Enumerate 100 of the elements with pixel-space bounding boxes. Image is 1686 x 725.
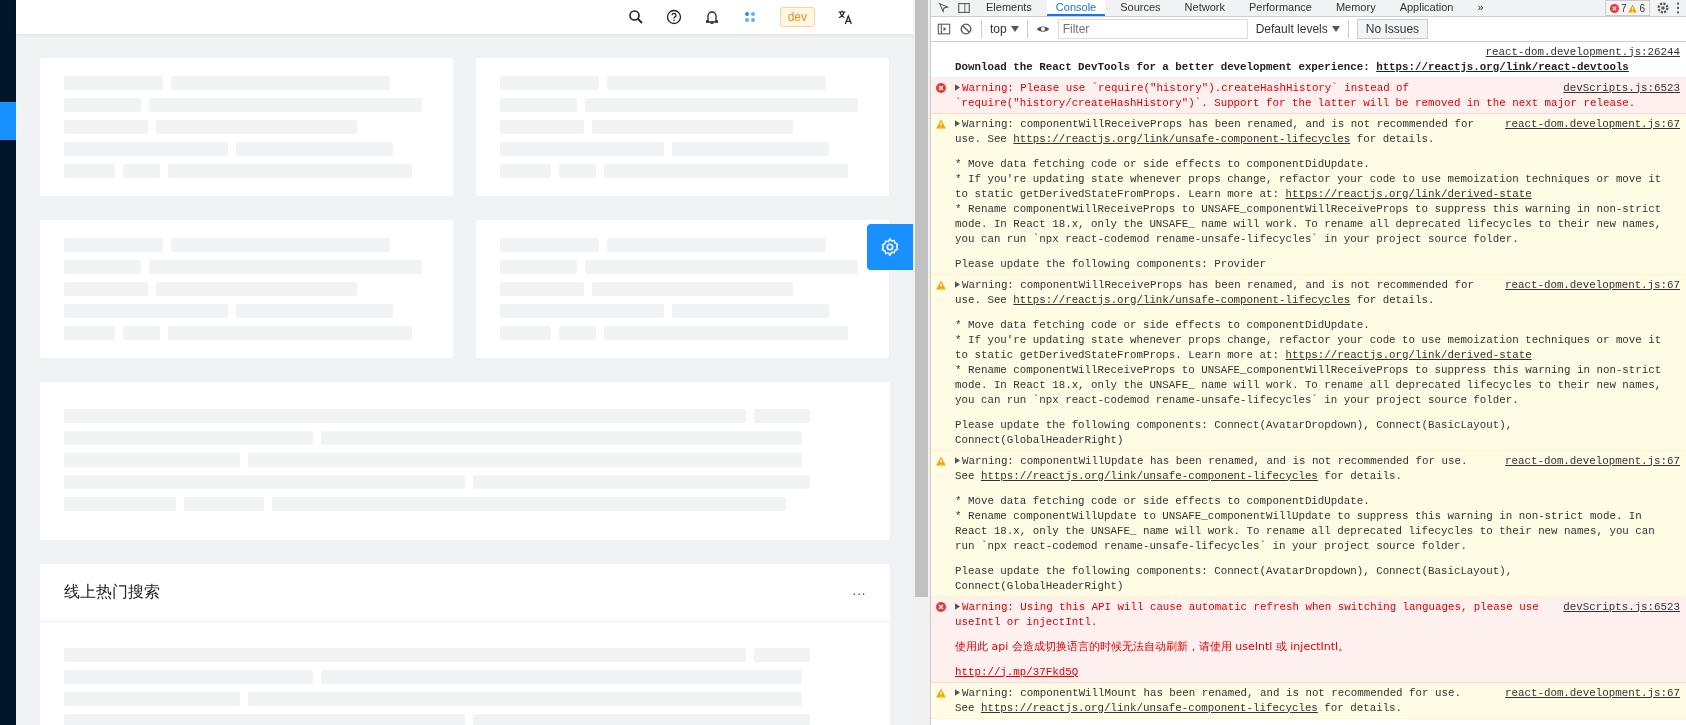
message-text: Please update the following components: Connect(AvatarDropdown), Connect(BasicLayout),	[955, 564, 1513, 577]
source-link[interactable]: devScripts.js:6523	[1563, 81, 1680, 94]
message-link[interactable]: https://reactjs.org/link/unsafe-component-lifecycles	[1013, 132, 1351, 145]
message-text: mode. In React 18.x, only the UNSAFE_ name will work. To rename all deprecated lifecycles to their new names,	[955, 378, 1662, 391]
scrollbar[interactable]	[913, 0, 930, 725]
menu-icon[interactable]	[1676, 1, 1680, 15]
message-text: * Move data fetching code or side effects to componentDidUpdate.	[955, 318, 1370, 331]
scrollbar-thumb[interactable]	[915, 0, 928, 597]
message-text: Please update the following components: Connect(AvatarDropdown), Connect(BasicLayout),	[955, 418, 1513, 431]
message-text: * If you're updating state whenever props change, refactor your code to use memoization techniques or move it	[955, 333, 1662, 346]
message-link[interactable]: https://reactjs.org/link/unsafe-component-lifecycles	[980, 701, 1318, 714]
message-text: Warning: componentWillMount has been renamed, and is not recommended for use.	[962, 686, 1461, 699]
expand-triangle-icon[interactable]	[955, 120, 960, 127]
error-icon	[936, 82, 946, 93]
message-text: to static getDerivedStateFromProps. Learn more at:	[955, 348, 1280, 361]
devtools-tab[interactable]: Performance	[1239, 0, 1321, 16]
message-link[interactable]: https://reactjs.org/link/unsafe-component-lifecycles	[1013, 293, 1351, 306]
message-text: Warning: componentWillReceiveProps has been renamed, and is not recommended for	[962, 117, 1474, 130]
message-link[interactable]: https://reactjs.org/link/unsafe-component-lifecycles	[980, 469, 1318, 482]
settings-icon[interactable]	[1656, 1, 1670, 15]
source-link[interactable]: react-dom.development.js:67	[1505, 278, 1680, 291]
message-link[interactable]: http://j.mp/37Fkd5Q	[955, 665, 1079, 678]
message-text: Warning: Using this API will cause automatic refresh when switching languages, please use	[962, 600, 1539, 613]
message-text: Warning: componentWillUpdate has been renamed, and is not recommended for use.	[962, 454, 1468, 467]
caret-icon	[1010, 26, 1019, 32]
settings-button[interactable]	[867, 224, 913, 270]
message-text: for details.	[1355, 132, 1435, 145]
card-title: 线上热门搜索	[64, 582, 160, 602]
source-link[interactable]: react-dom.development.js:67	[1505, 117, 1680, 130]
devtools-tab[interactable]: Console	[1046, 0, 1106, 16]
message-text: See	[955, 701, 976, 714]
source-link[interactable]: devScripts.js:6523	[1563, 600, 1680, 613]
sidebar-toggle-icon[interactable]	[937, 22, 951, 36]
source-link[interactable]: react-dom.development.js:67	[1505, 686, 1680, 699]
expand-triangle-icon[interactable]	[955, 84, 960, 91]
source-link[interactable]: react-dom.development.js:67	[1505, 454, 1680, 467]
warning-icon	[936, 279, 946, 290]
levels-dropdown[interactable]: Default levels	[1255, 22, 1340, 36]
context-dropdown[interactable]: top	[990, 22, 1019, 36]
message-text: Connect(GlobalHeaderRight)	[955, 579, 1124, 592]
caret-icon	[1331, 26, 1340, 32]
message-text: Warning: Please use `require("history").createHashHistory` instead of	[962, 81, 1410, 94]
message-text: Connect(GlobalHeaderRight)	[955, 433, 1124, 446]
message-text: 使用此 api 会造成切换语言的时候无法自动刷新，请使用 useIntl 或 injectIntl。	[955, 639, 1350, 654]
devtools-tab[interactable]: Sources	[1111, 0, 1170, 16]
search-icon[interactable]	[627, 9, 644, 25]
settings-icon	[880, 237, 900, 257]
source-link[interactable]: react-dom.development.js:26244	[1485, 45, 1680, 58]
message-text: * Rename componentWillReceiveProps to UNSAFE_componentWillReceiveProps to suppress this warning in non-strict	[955, 363, 1662, 376]
message-text: for details.	[1323, 469, 1403, 482]
message-text: * Move data fetching code or side effects to componentDidUpdate.	[955, 494, 1370, 507]
expand-triangle-icon[interactable]	[955, 457, 960, 464]
warning-icon	[936, 687, 946, 698]
warning-icon	[1628, 3, 1638, 13]
env-tag: dev	[779, 7, 815, 27]
clear-icon[interactable]	[959, 22, 973, 36]
message-text: `require("history/createHashHistory")`. Support for the latter will be removed in the next major release.	[955, 96, 1636, 109]
devtools-tab[interactable]: Network	[1175, 0, 1234, 16]
message-link[interactable]: https://reactjs.org/link/derived-state	[1285, 348, 1532, 361]
bell-icon[interactable]	[703, 9, 720, 25]
message-text: * Move data fetching code or side effects to componentDidUpdate.	[955, 157, 1370, 170]
message-text: React 18.x, only the UNSAFE_ name will work. To rename all deprecated lifecycles to their new names, you can	[955, 524, 1655, 537]
warning-icon	[936, 455, 946, 466]
cursor-icon[interactable]	[937, 1, 951, 15]
message-text: * Rename componentWillUpdate to UNSAFE_componentWillUpdate to suppress this warning in non-strict mode. In	[955, 509, 1642, 522]
expand-triangle-icon[interactable]	[955, 689, 960, 696]
message-text: Download the React DevTools for a better development experience:	[955, 60, 1371, 73]
message-link[interactable]: https://reactjs.org/link/derived-state	[1285, 187, 1532, 200]
more-button[interactable]: ···	[852, 584, 866, 601]
error-count: 7	[1620, 2, 1627, 14]
message-text: use. See	[955, 293, 1008, 306]
more-tabs-button[interactable]: »	[1468, 0, 1493, 16]
warning-icon	[936, 118, 946, 129]
filter-field[interactable]: Filter	[1057, 19, 1248, 39]
message-text: mode. In React 18.x, only the UNSAFE_ name will work. To rename all deprecated lifecycles to their new names,	[955, 217, 1662, 230]
message-text: for details.	[1323, 701, 1403, 714]
message-text: useIntl or injectIntl.	[955, 615, 1098, 628]
message-text: you can run `npx react-codemod rename-unsafe-lifecycles` in your project source folder.	[955, 232, 1519, 245]
issues-button[interactable]: No Issues	[1356, 19, 1429, 39]
error-icon	[1609, 3, 1619, 13]
issue-counter[interactable]: 7 6	[1604, 0, 1650, 16]
message-text: See	[955, 469, 976, 482]
message-text: for details.	[1355, 293, 1435, 306]
message-text: * Rename componentWillReceiveProps to UNSAFE_componentWillReceiveProps to suppress this warning in non-strict	[955, 202, 1662, 215]
translate-icon[interactable]	[837, 9, 853, 25]
device-icon[interactable]	[957, 1, 971, 15]
message-text: to static getDerivedStateFromProps. Learn more at:	[955, 187, 1280, 200]
message-text: you can run `npx react-codemod rename-unsafe-lifecycles` in your project source folder.	[955, 393, 1519, 406]
message-text: run `npx react-codemod rename-unsafe-lifecycles` in your project source folder.	[955, 539, 1467, 552]
expand-triangle-icon[interactable]	[955, 281, 960, 288]
devtools-tab[interactable]: Memory	[1326, 0, 1385, 16]
devtools-tab[interactable]: Elements	[977, 0, 1041, 16]
help-icon[interactable]	[665, 9, 682, 25]
message-text: use. See	[955, 132, 1008, 145]
message-text: Please update the following components: Provider	[955, 257, 1266, 270]
expand-triangle-icon[interactable]	[955, 603, 960, 610]
message-link[interactable]: https://reactjs.org/link/react-devtools	[1376, 60, 1629, 73]
message-text: * If you're updating state whenever props change, refactor your code to use memoization techniques or move it	[955, 172, 1662, 185]
devtools-tab[interactable]: Application	[1390, 0, 1463, 16]
warning-count: 6	[1639, 2, 1645, 14]
